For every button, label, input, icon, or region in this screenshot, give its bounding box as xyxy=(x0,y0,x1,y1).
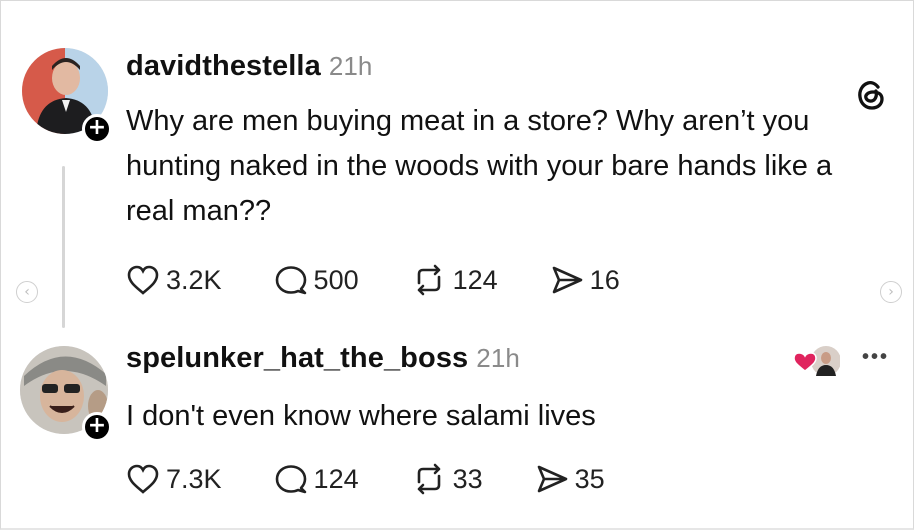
follow-plus-icon[interactable]: + xyxy=(82,412,112,442)
reply-button[interactable]: 124 xyxy=(274,463,359,495)
share-icon xyxy=(537,465,567,493)
post-author-line: davidthestella 21h xyxy=(126,50,373,83)
repost-button[interactable]: 124 xyxy=(411,264,498,296)
like-button[interactable]: 3.2K xyxy=(126,264,222,296)
like-count: 7.3K xyxy=(166,463,222,494)
repost-icon xyxy=(417,264,440,296)
chevron-left-icon[interactable]: ‹ xyxy=(16,281,38,303)
repost-count: 124 xyxy=(452,264,498,295)
like-button[interactable]: 7.3K xyxy=(126,463,222,495)
more-icon[interactable]: ••• xyxy=(862,346,889,369)
chevron-right-icon[interactable]: › xyxy=(880,281,902,303)
post-time: 21h xyxy=(328,51,373,81)
post-time: 21h xyxy=(476,343,520,373)
follow-plus-icon[interactable]: + xyxy=(82,114,112,144)
liked-by-author-icon xyxy=(792,344,841,383)
repost-icon xyxy=(417,463,440,495)
share-count: 16 xyxy=(589,264,620,295)
repost-count: 33 xyxy=(452,463,483,494)
post-text: Why are men buying meat in a store? Why … xyxy=(126,105,833,227)
heart-icon xyxy=(127,464,159,494)
post-actions: 3.2K 500 124 16 xyxy=(126,264,672,296)
comment-icon xyxy=(275,266,306,295)
reply-button[interactable]: 500 xyxy=(274,264,359,296)
share-button[interactable]: 16 xyxy=(550,264,620,296)
username[interactable]: davidthestella xyxy=(126,50,321,82)
reply-count: 500 xyxy=(313,264,359,295)
post-actions: 7.3K 124 33 35 xyxy=(126,463,657,495)
repost-button[interactable]: 33 xyxy=(411,463,483,495)
share-count: 35 xyxy=(574,463,605,494)
thread-line xyxy=(62,166,65,328)
heart-icon xyxy=(127,265,159,295)
post-author-line: spelunker_hat_the_boss 21h xyxy=(126,342,520,375)
comment-icon xyxy=(275,465,306,494)
share-button[interactable]: 35 xyxy=(535,463,605,495)
reply-count: 124 xyxy=(313,463,359,494)
username[interactable]: spelunker_hat_the_boss xyxy=(126,342,468,374)
share-icon xyxy=(552,266,582,294)
post-text: I don't even know where salami lives xyxy=(126,400,596,432)
like-count: 3.2K xyxy=(166,264,222,295)
